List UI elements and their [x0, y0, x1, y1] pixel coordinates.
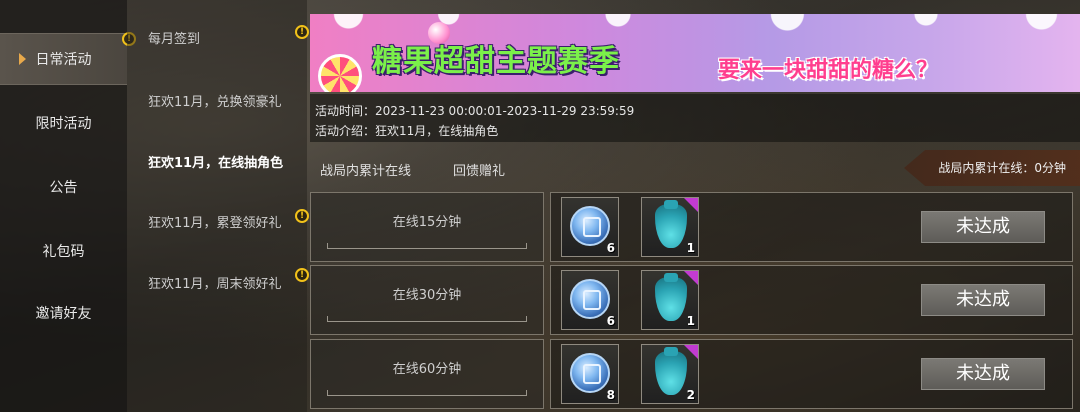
- reward-slot[interactable]: 6: [561, 197, 619, 257]
- reward-row: 8 2 未达成: [550, 339, 1073, 409]
- item-count: 1: [686, 314, 695, 328]
- item-count: 2: [686, 388, 695, 402]
- claim-status-button[interactable]: 未达成: [921, 211, 1045, 243]
- activity-item-label: 狂欢11月，在线抽角色: [148, 156, 284, 171]
- claim-status-button[interactable]: 未达成: [921, 358, 1045, 390]
- nav-item-limited[interactable]: 限时活动: [0, 97, 127, 149]
- event-time: 活动时间：2023-11-23 00:00:01-2023-11-29 23:5…: [315, 104, 635, 118]
- activity-list: 每月签到 狂欢11月，兑换领豪礼 狂欢11月，在线抽角色 狂欢11月，累登领好礼…: [127, 0, 307, 412]
- item-count: 6: [606, 314, 615, 328]
- reward-slot[interactable]: 1: [641, 270, 699, 330]
- online-time-badge: 战局内累计在线：0分钟: [904, 150, 1080, 186]
- activity-item-exchange[interactable]: 狂欢11月，兑换领豪礼: [148, 91, 282, 110]
- tab-online-time[interactable]: 战局内累计在线: [320, 160, 411, 179]
- activity-item-label: 狂欢11月，周末领好礼: [148, 277, 282, 292]
- activity-item-login-reward[interactable]: 狂欢11月，累登领好礼: [148, 212, 282, 231]
- item-count: 6: [606, 241, 615, 255]
- rarity-corner: [684, 271, 698, 285]
- banner-title: 糖果超甜主题赛季: [372, 44, 620, 79]
- nav-item-daily[interactable]: 日常活动: [0, 33, 127, 85]
- reward-row: 6 1 未达成: [550, 192, 1073, 262]
- alert-icon: !: [295, 268, 309, 282]
- reward-slot[interactable]: 2: [641, 344, 699, 404]
- alert-icon: !: [295, 25, 309, 39]
- progress-bar: [327, 316, 527, 322]
- alert-icon: !: [295, 209, 309, 223]
- rarity-corner: [684, 198, 698, 212]
- lollipop-icon: [318, 54, 362, 92]
- nav-item-label: 限时活动: [35, 116, 92, 132]
- progress-bar: [327, 243, 527, 249]
- bag-icon: [655, 347, 687, 395]
- reward-milestone: 在线15分钟: [310, 192, 544, 262]
- milestone-label: 在线60分钟: [392, 362, 462, 377]
- reward-row: 6 1 未达成: [550, 265, 1073, 335]
- reward-slot[interactable]: 1: [641, 197, 699, 257]
- progress-bar: [327, 390, 527, 396]
- event-info: 活动时间：2023-11-23 00:00:01-2023-11-29 23:5…: [310, 94, 1080, 142]
- claim-status-button[interactable]: 未达成: [921, 284, 1045, 316]
- active-arrow-icon: [19, 53, 26, 65]
- coin-icon: [570, 279, 610, 319]
- bag-icon: [655, 273, 687, 321]
- main-nav: 日常活动 限时活动 公告 礼包码 邀请好友: [0, 0, 127, 412]
- nav-item-announcement[interactable]: 公告: [0, 161, 127, 213]
- activity-item-weekend-reward[interactable]: 狂欢11月，周末领好礼: [148, 273, 282, 292]
- banner-subtitle: 要来一块甜甜的糖么？: [718, 58, 939, 83]
- event-intro: 活动介绍：狂欢11月，在线抽角色: [315, 124, 499, 138]
- reward-milestone: 在线30分钟: [310, 265, 544, 335]
- coin-icon: [570, 206, 610, 246]
- item-count: 8: [606, 388, 615, 402]
- nav-item-invite[interactable]: 邀请好友: [0, 287, 127, 339]
- activity-item-monthly-signin[interactable]: 每月签到: [148, 28, 200, 47]
- reward-milestone: 在线60分钟: [310, 339, 544, 409]
- reward-slot[interactable]: 8: [561, 344, 619, 404]
- item-count: 1: [686, 241, 695, 255]
- activity-item-label: 狂欢11月，累登领好礼: [148, 216, 282, 231]
- reward-slot[interactable]: 6: [561, 270, 619, 330]
- nav-item-gift-code[interactable]: 礼包码: [0, 225, 127, 277]
- activity-item-online-draw[interactable]: 狂欢11月，在线抽角色: [148, 152, 283, 171]
- nav-item-label: 邀请好友: [35, 306, 92, 322]
- rarity-corner: [684, 345, 698, 359]
- nav-item-label: 公告: [49, 180, 78, 196]
- milestone-label: 在线30分钟: [392, 288, 462, 303]
- icing-drip-decoration: [310, 14, 1080, 36]
- coin-icon: [570, 353, 610, 393]
- nav-item-label: 日常活动: [35, 52, 92, 68]
- bag-icon: [655, 200, 687, 248]
- tab-feedback-gift[interactable]: 回馈赠礼: [453, 160, 505, 179]
- nav-item-label: 礼包码: [42, 244, 85, 260]
- activity-item-label: 狂欢11月，兑换领豪礼: [148, 95, 282, 110]
- activity-item-label: 每月签到: [148, 32, 201, 47]
- milestone-label: 在线15分钟: [392, 215, 462, 230]
- event-banner: 糖果超甜主题赛季 要来一块甜甜的糖么？: [310, 14, 1080, 92]
